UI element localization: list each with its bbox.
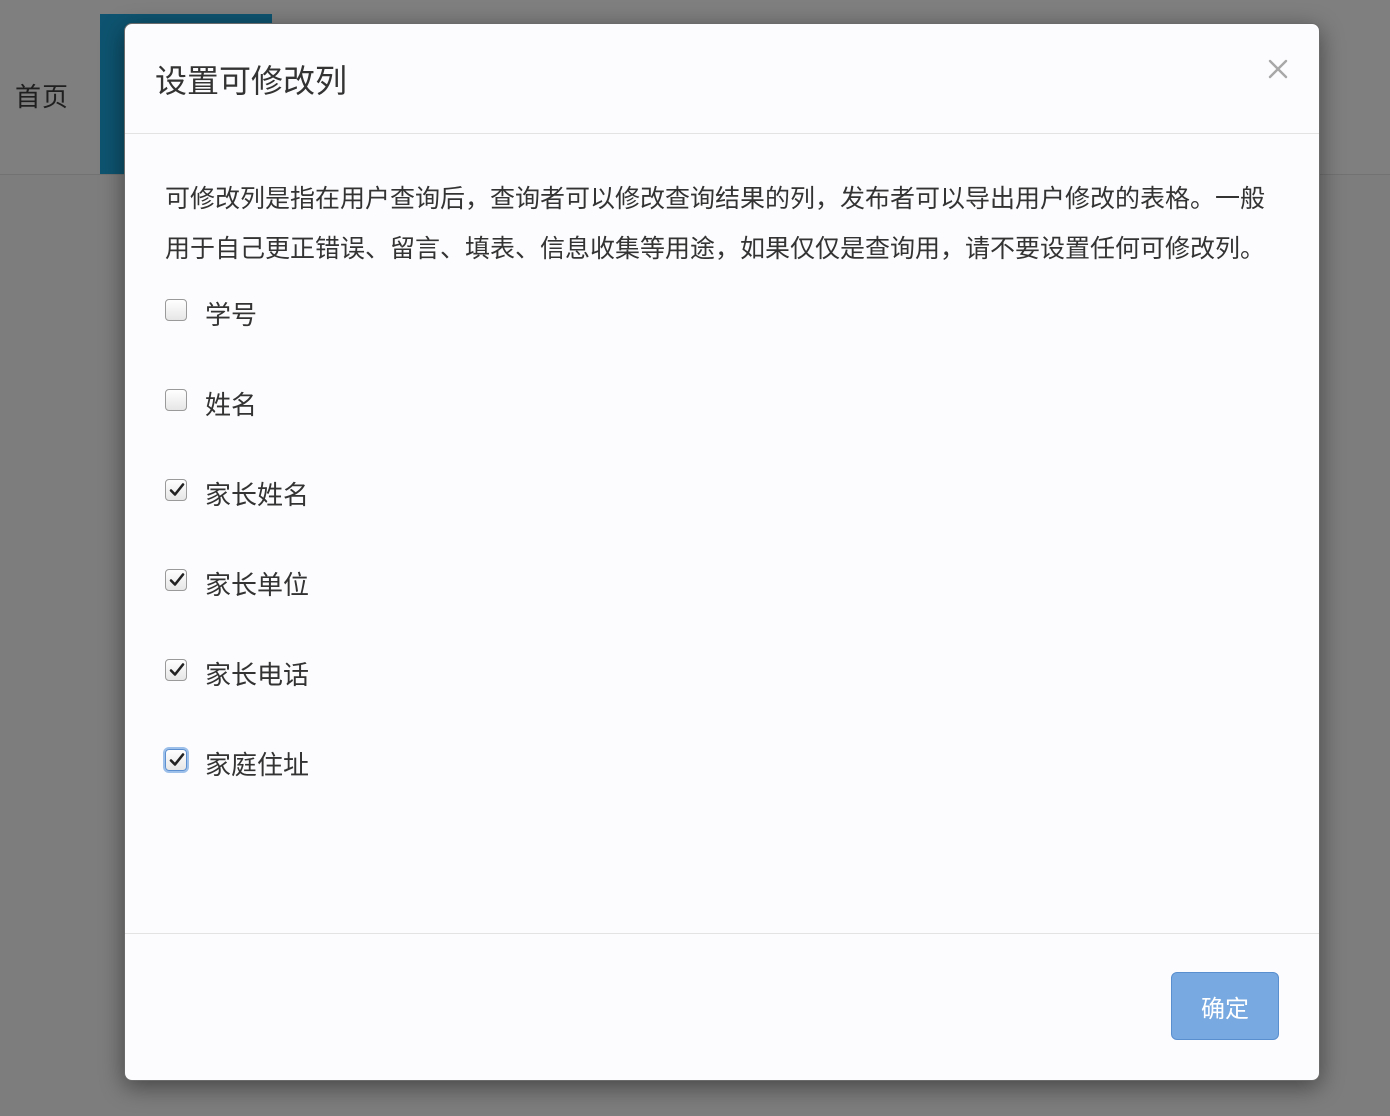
column-option[interactable]: 学号 — [165, 296, 1275, 386]
column-option[interactable]: 家长电话 — [165, 656, 1275, 746]
column-option-label: 家长电话 — [205, 661, 310, 691]
close-icon[interactable] — [1263, 54, 1293, 84]
nav-home-link[interactable]: 首页 — [15, 77, 69, 114]
editable-columns-modal: 设置可修改列 可修改列是指在用户查询后，查询者可以修改查询结果的列，发布者可以导… — [124, 23, 1320, 1081]
checkbox-checked[interactable] — [165, 749, 187, 771]
checkmark-icon — [169, 483, 185, 496]
modal-description: 可修改列是指在用户查询后，查询者可以修改查询结果的列，发布者可以导出用户修改的表… — [165, 184, 1266, 263]
column-options-list: 学号姓名家长姓名家长单位家长电话家庭住址 — [165, 296, 1275, 836]
checkmark-icon — [169, 753, 185, 766]
modal-body: 可修改列是指在用户查询后，查询者可以修改查询结果的列，发布者可以导出用户修改的表… — [165, 174, 1275, 852]
checkbox-checked[interactable] — [165, 479, 187, 501]
checkbox-unchecked[interactable] — [165, 389, 187, 411]
modal-title: 设置可修改列 — [155, 62, 348, 100]
checkmark-icon — [169, 663, 185, 676]
checkmark-icon — [169, 573, 185, 586]
modal-header: 设置可修改列 — [125, 24, 1319, 134]
column-option[interactable]: 家庭住址 — [165, 746, 1275, 836]
confirm-button[interactable]: 确定 — [1171, 972, 1279, 1040]
column-option-label: 家长单位 — [205, 571, 310, 601]
modal-footer: 确定 — [125, 933, 1319, 1080]
column-option-label: 家庭住址 — [205, 751, 310, 781]
column-option-label: 学号 — [205, 301, 258, 331]
checkbox-checked[interactable] — [165, 659, 187, 681]
column-option-label: 姓名 — [205, 391, 258, 421]
column-option[interactable]: 姓名 — [165, 386, 1275, 476]
column-option[interactable]: 家长单位 — [165, 566, 1275, 656]
column-option-label: 家长姓名 — [205, 481, 310, 511]
column-option[interactable]: 家长姓名 — [165, 476, 1275, 566]
checkbox-checked[interactable] — [165, 569, 187, 591]
checkbox-unchecked[interactable] — [165, 299, 187, 321]
